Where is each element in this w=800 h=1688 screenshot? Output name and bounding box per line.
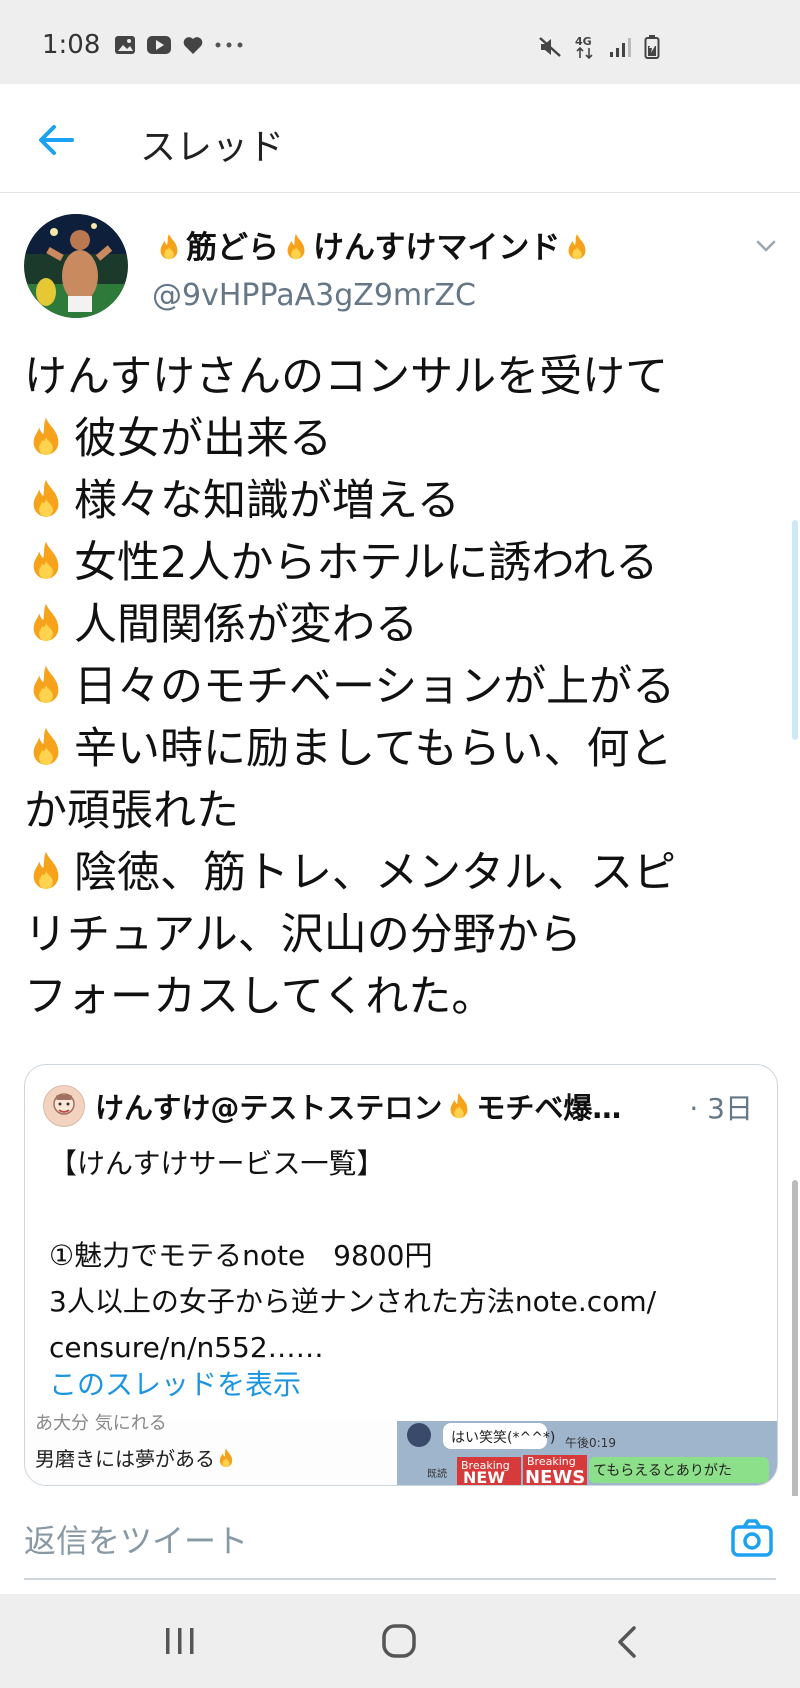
fire-icon: [568, 233, 586, 260]
reply-bar: 返信をツイート: [0, 1496, 800, 1588]
heart-icon: [183, 37, 203, 54]
notification-icons: [114, 34, 244, 56]
tweet-line: けんすけさんのコンサルを受けて: [24, 346, 784, 408]
fire-icon: [33, 541, 59, 579]
media-caption: 男磨きには夢がある: [35, 1443, 237, 1472]
read-receipt: 既読: [427, 1467, 447, 1480]
quoted-timestamp: · 3日: [689, 1092, 753, 1125]
fire-icon: [33, 851, 59, 889]
quoted-line: 【けんすけサービス一覧】: [49, 1147, 385, 1180]
home-icon[interactable]: [380, 1622, 418, 1660]
fire-icon: [219, 1448, 233, 1467]
quoted-name-part2: モチベ爆…: [476, 1091, 622, 1125]
fire-icon: [33, 727, 59, 765]
fire-icon: [33, 603, 59, 641]
tweet-line: か頑張れた: [24, 780, 784, 842]
mute-icon: [539, 37, 561, 57]
fire-icon: [33, 479, 59, 517]
fire-icon: [287, 233, 305, 260]
tweet-line-text: 陰徳、筋トレ、メンタル、スピ: [74, 848, 676, 898]
tweet-line-text: 人間関係が変わる: [74, 600, 418, 650]
display-name[interactable]: 筋どら けんすけマインド: [152, 222, 594, 267]
recent-apps-icon[interactable]: [160, 1624, 200, 1658]
show-thread-link[interactable]: このスレッドを表示: [49, 1363, 301, 1403]
4g-icon: 4G: [575, 35, 593, 60]
tweet-line: 様々な知識が増える: [24, 470, 784, 532]
tweet-line: 陰徳、筋トレ、メンタル、スピ: [24, 842, 784, 904]
fire-icon: [33, 665, 59, 703]
quoted-line: 3人以上の女子から逆ナンされた方法note.com/: [49, 1285, 657, 1318]
media-caption-text: 男磨きには夢がある: [35, 1447, 215, 1471]
quoted-line: ①魅力でモテるnote 9800円: [49, 1239, 433, 1272]
tweet-line: 彼女が出来る: [24, 408, 784, 470]
quoted-tweet-card[interactable]: けんすけ@テストステロン モチベ爆… · 3日 【けんすけサービス一覧】 ①魅力…: [24, 1064, 778, 1486]
more-dots-icon: [215, 42, 243, 48]
tweet-line: フォーカスしてくれた。: [24, 966, 784, 1028]
news-label-2: NEWS: [525, 1467, 585, 1485]
tweet-line-text: けんすけさんのコンサルを受けて: [24, 352, 669, 402]
tweet-text: けんすけさんのコンサルを受けて彼女が出来る様々な知識が増える女性2人からホテルに…: [24, 346, 784, 1028]
news-label-1: NEW: [463, 1468, 505, 1485]
system-nav-bar: [0, 1594, 800, 1688]
tweet-line: 女性2人からホテルに誘われる: [24, 532, 784, 594]
quoted-avatar: [43, 1085, 85, 1127]
back-arrow-icon[interactable]: [34, 118, 78, 162]
chat-time: 午後0:19: [565, 1436, 616, 1450]
quoted-media[interactable]: あ大分 気にれる 男磨きには夢がある はい笑笑(*^^*) 午後0:19 Bre…: [25, 1413, 777, 1485]
tweet-line: 人間関係が変わる: [24, 594, 784, 656]
chevron-down-icon[interactable]: [752, 232, 780, 260]
avatar[interactable]: [24, 214, 128, 318]
battery-icon: [644, 35, 660, 59]
status-bar: 1:08 4G: [0, 0, 800, 84]
page-title: スレッド: [140, 127, 285, 168]
tweet-line-text: 彼女が出来る: [74, 414, 332, 464]
tweet-line-text: か頑張れた: [24, 786, 239, 836]
quoted-text: 【けんすけサービス一覧】 ①魅力でモテるnote 9800円 3人以上の女子から…: [49, 1141, 759, 1371]
media-image-right[interactable]: はい笑笑(*^^*) 午後0:19 Breaking Breaking NEW …: [397, 1421, 777, 1485]
fire-icon: [33, 417, 59, 455]
user-handle[interactable]: @9vHPPaA3gZ9mrZC: [152, 278, 476, 313]
back-nav-icon[interactable]: [612, 1624, 642, 1660]
signal-icon: [610, 38, 631, 57]
media-image-left[interactable]: あ大分 気にれる 男磨きには夢がある: [25, 1413, 395, 1485]
fire-icon: [450, 1092, 468, 1119]
tweet-line-text: リチュアル、沢山の分野から: [24, 910, 582, 960]
scrollbar-thumb[interactable]: [792, 1180, 798, 1500]
camera-icon[interactable]: [730, 1516, 774, 1560]
svg-text:4G: 4G: [575, 35, 592, 48]
quoted-line: [49, 1187, 759, 1233]
system-icons: 4G: [538, 34, 660, 60]
tweet-line-text: 様々な知識が増える: [74, 476, 460, 526]
tweet-line: リチュアル、沢山の分野から: [24, 904, 784, 966]
tweet-line: 辛い時に励ましてもらい、何と: [24, 718, 784, 780]
reply-underline: [24, 1578, 776, 1580]
gallery-icon: [115, 36, 135, 54]
quoted-name-part1: けんすけ@テストステロン: [95, 1091, 443, 1125]
tweet-line-text: 辛い時に励ましてもらい、何と: [74, 724, 673, 774]
tweet-line-text: 日々のモチベーションが上がる: [74, 662, 676, 712]
tweet-line-text: フォーカスしてくれた。: [24, 972, 495, 1022]
status-time: 1:08: [42, 30, 101, 60]
display-name-part2: けんすけマインド: [313, 230, 561, 266]
fire-icon: [160, 233, 178, 260]
tweet-line: 日々のモチベーションが上がる: [24, 656, 784, 718]
chat-bubble-text: はい笑笑(*^^*): [451, 1430, 555, 1446]
youtube-icon: [147, 36, 171, 54]
quoted-author: けんすけ@テストステロン モチベ爆…: [43, 1085, 621, 1127]
scrollbar[interactable]: [792, 520, 798, 740]
media-faded-text: あ大分 気にれる: [35, 1413, 167, 1434]
display-name-part1: 筋どら: [186, 230, 279, 266]
chat-snippet: てもらえるとありがた: [593, 1463, 732, 1479]
reply-input[interactable]: 返信をツイート: [24, 1516, 744, 1562]
tweet-line-text: 女性2人からホテルに誘われる: [74, 538, 659, 588]
thread-header: スレッド: [0, 84, 800, 193]
